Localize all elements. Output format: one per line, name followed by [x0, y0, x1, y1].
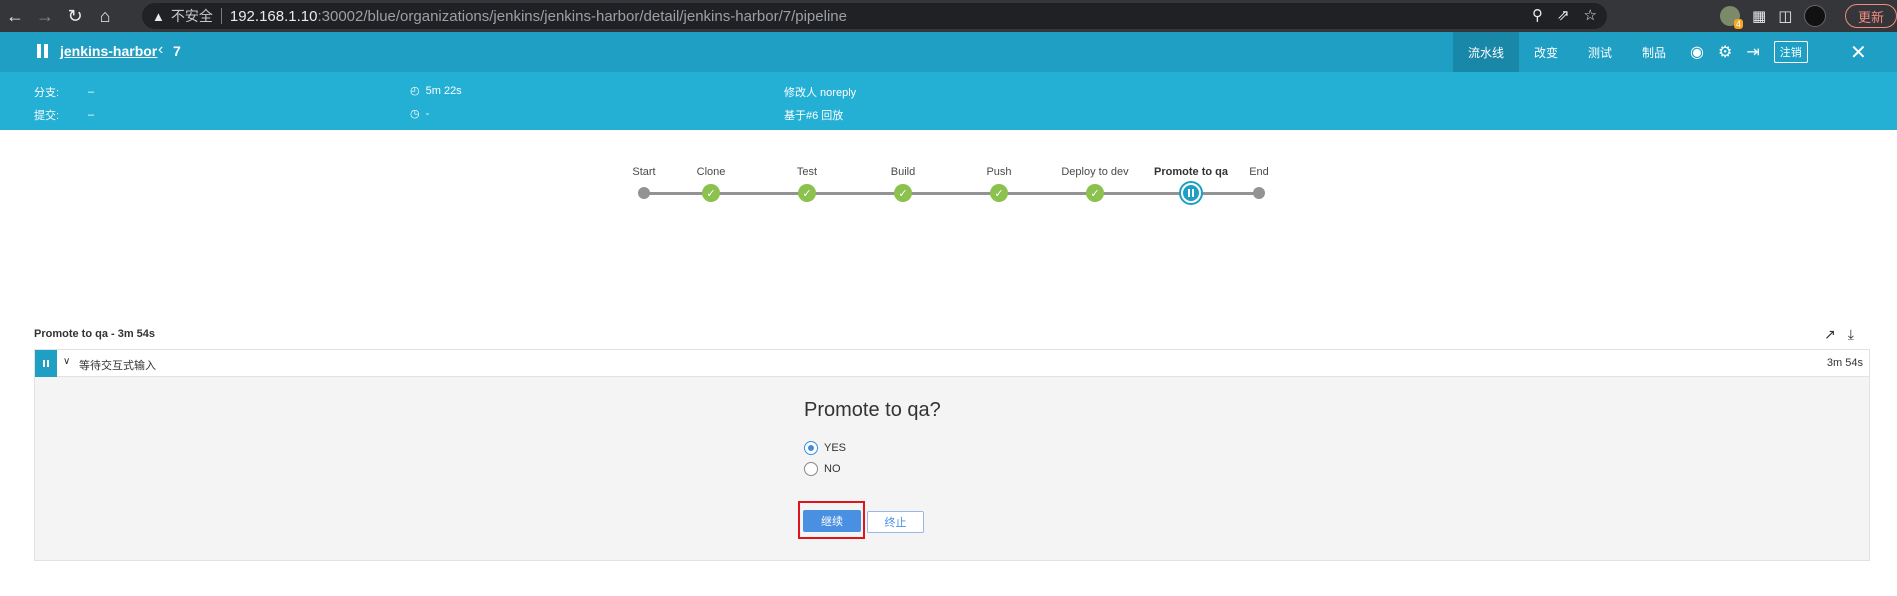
proceed-button[interactable]: 继续	[803, 510, 861, 532]
stage-node-push[interactable]: ✓	[990, 184, 1008, 202]
jenkins-header: jenkins-harbor ‹ 7 流水线 改变 测试 制品 ◉ ⚙ ⇥ 注销…	[0, 32, 1897, 72]
reload-icon[interactable]: ↻	[60, 0, 90, 32]
url-path: :30002/blue/organizations/jenkins/jenkin…	[317, 7, 847, 25]
stage-node-clone[interactable]: ✓	[702, 184, 720, 202]
stage-label-deploy-to-dev[interactable]: Deploy to dev	[1061, 166, 1128, 178]
option-yes-label: YES	[824, 442, 847, 454]
branch-value: –	[88, 86, 95, 98]
browser-toolbar: ← → ↻ ⌂ ▲ 不安全 192.168.1.10:30002/blue/or…	[0, 0, 1897, 32]
step-row[interactable]: ∨ 等待交互式输入 3m 54s	[34, 349, 1870, 378]
address-divider	[220, 8, 222, 24]
pause-icon	[1183, 185, 1199, 201]
gear-icon[interactable]: ⚙	[1718, 42, 1732, 62]
puzzle-icon[interactable]: ▦	[1752, 7, 1766, 25]
stopwatch-icon: ◴	[410, 85, 420, 97]
step-duration: 3m 54s	[1826, 357, 1863, 369]
stage-node-deploy-to-dev[interactable]: ✓	[1086, 184, 1104, 202]
bookmark-star-icon[interactable]: ☆	[1584, 6, 1597, 24]
input-question: Promote to qa?	[804, 399, 941, 421]
job-name-link[interactable]: jenkins-harbor	[60, 43, 157, 59]
step-name: 等待交互式输入	[79, 360, 156, 372]
stage-node-start	[638, 187, 650, 199]
clock-icon: ◷	[410, 108, 420, 120]
check-icon: ✓	[1090, 187, 1100, 200]
abort-button[interactable]: 终止	[867, 511, 924, 533]
back-icon[interactable]: ←	[0, 0, 30, 32]
logout-button[interactable]: 注销	[1773, 41, 1808, 63]
stage-label-clone[interactable]: Clone	[697, 166, 726, 178]
pipeline-graph: Start Clone ✓ Test ✓ Build ✓ Push ✓ Depl…	[0, 130, 1897, 230]
download-icon[interactable]: ⤓	[1848, 326, 1854, 343]
stage-node-build[interactable]: ✓	[894, 184, 912, 202]
changed-by: 修改人 noreply	[784, 87, 857, 99]
replay-of: 基于#6 回放	[784, 110, 844, 122]
stage-label-promote-to-qa[interactable]: Promote to qa	[1154, 166, 1228, 178]
sidebar-icon[interactable]: ◫	[1778, 7, 1792, 25]
stage-label-start: Start	[632, 166, 656, 178]
open-external-icon[interactable]: ↗	[1824, 326, 1836, 343]
chevron-down-icon[interactable]: ∨	[63, 356, 70, 367]
stage-label-test[interactable]: Test	[797, 166, 817, 178]
pipeline-connector	[644, 192, 1259, 195]
home-icon[interactable]: ⌂	[90, 0, 120, 32]
duration-value: 5m 22s	[425, 84, 462, 97]
radio-no[interactable]	[804, 462, 818, 476]
stage-node-end	[1253, 187, 1265, 199]
radio-yes[interactable]	[804, 441, 818, 455]
check-icon: ✓	[706, 187, 716, 200]
time-ago-value: -	[425, 107, 430, 120]
step-title: Promote to qa - 3m 54s	[34, 328, 156, 340]
stage-node-test[interactable]: ✓	[798, 184, 816, 202]
replay-icon[interactable]: ◉	[1690, 42, 1704, 62]
check-icon: ✓	[994, 187, 1004, 200]
run-info-bar: 分支: – 提交: – ◴ 5m 22s ◷ - 修改人 noreply 基于#…	[0, 72, 1897, 130]
run-number: 7	[173, 43, 181, 59]
exit-icon[interactable]: ⇥	[1746, 42, 1759, 62]
commit-label: 提交:	[34, 110, 60, 122]
url-host: 192.168.1.10	[229, 7, 318, 25]
extension-icon[interactable]: 4	[1720, 6, 1743, 29]
update-button[interactable]: 更新	[1845, 4, 1897, 28]
stage-label-build[interactable]: Build	[891, 166, 915, 178]
stage-label-end: End	[1249, 166, 1269, 178]
address-bar[interactable]: ▲ 不安全 192.168.1.10:30002/blue/organizati…	[142, 3, 1607, 29]
insecure-label: 不安全	[170, 8, 213, 24]
tab-pipeline[interactable]: 流水线	[1453, 32, 1519, 72]
tab-tests[interactable]: 测试	[1573, 32, 1627, 72]
share-icon[interactable]: ⇗	[1557, 6, 1570, 24]
stage-label-push[interactable]: Push	[986, 166, 1011, 178]
stage-node-promote-to-qa[interactable]	[1179, 181, 1203, 205]
tab-artifacts[interactable]: 制品	[1627, 32, 1681, 72]
profile-avatar[interactable]	[1804, 5, 1827, 27]
close-icon[interactable]: ✕	[1850, 40, 1867, 65]
option-no[interactable]: NO	[804, 462, 841, 476]
extension-badge: 4	[1733, 19, 1743, 29]
forward-icon[interactable]: →	[30, 0, 60, 32]
option-yes[interactable]: YES	[804, 441, 846, 455]
run-tabs: 流水线 改变 测试 制品	[1453, 32, 1681, 72]
tab-changes[interactable]: 改变	[1519, 32, 1573, 72]
warning-icon: ▲	[152, 8, 165, 24]
check-icon: ✓	[898, 187, 908, 200]
pause-icon	[35, 350, 57, 378]
input-panel	[34, 377, 1870, 561]
check-icon: ✓	[802, 187, 812, 200]
commit-value: –	[88, 109, 95, 121]
option-no-label: NO	[824, 463, 841, 475]
pause-icon	[36, 44, 50, 60]
zoom-icon[interactable]: ⚲	[1532, 6, 1543, 24]
branch-label: 分支:	[34, 87, 60, 99]
chevron-left-icon[interactable]: ‹	[158, 41, 163, 59]
